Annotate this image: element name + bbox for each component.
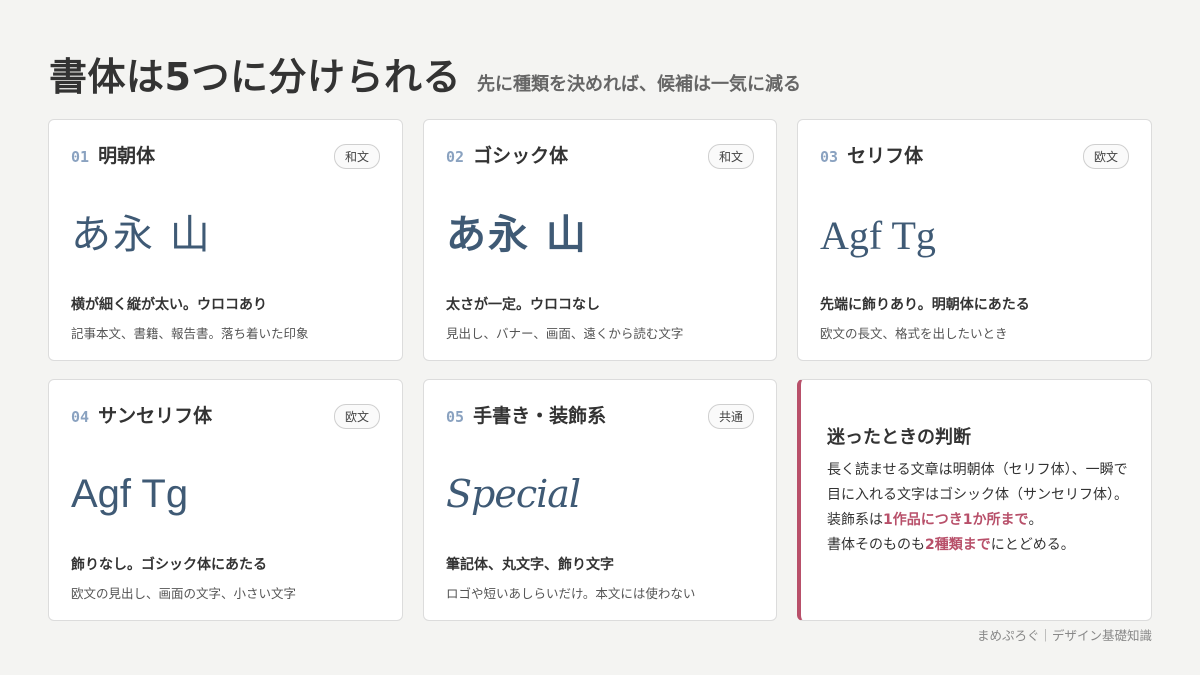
page-header: 書体は5つに分けられる 先に種類を決めれば、候補は一気に減る [49, 46, 801, 101]
category-badge: 欧文 [1082, 144, 1129, 169]
card-number: 04 [71, 408, 90, 426]
font-sample: Special [446, 472, 581, 516]
page-title: 書体は5つに分けられる [49, 55, 461, 99]
note-text: 装飾系は [827, 512, 883, 528]
card-serif: 03 セリフ体 欧文 Agf Tg 先端に飾りあり。明朝体にあたる 欧文の長文、… [797, 119, 1152, 361]
category-badge: 共通 [707, 404, 754, 429]
card-header: 03 セリフ体 [820, 141, 923, 168]
note-line: 書体そのものも2種類までにとどめる。 [827, 533, 1131, 558]
card-number: 02 [446, 148, 465, 166]
typeface-grid: 01 明朝体 和文 あ永 山 横が細く縦が太い。ウロコあり 記事本文、書籍、報告… [48, 119, 1152, 621]
card-usage: 見出し、バナー、画面、遠くから読む文字 [446, 326, 684, 341]
footer-credit: まめぷろぐ｜デザイン基礎知識 [976, 628, 1152, 643]
font-sample: Agf Tg [820, 213, 936, 258]
note-line: 装飾系は1作品につき1か所まで。 [827, 508, 1131, 533]
card-title: サンセリフ体 [98, 405, 213, 427]
category-badge: 欧文 [333, 404, 380, 429]
card-header: 05 手書き・装飾系 [446, 401, 606, 428]
card-description: 飾りなし。ゴシック体にあたる [71, 557, 267, 573]
note-highlight: 2種類まで [925, 537, 991, 553]
font-sample: あ永 山 [446, 212, 588, 258]
note-text: 。 [1028, 512, 1043, 528]
card-mincho: 01 明朝体 和文 あ永 山 横が細く縦が太い。ウロコあり 記事本文、書籍、報告… [48, 119, 403, 361]
card-title: 明朝体 [98, 145, 156, 167]
card-usage: 欧文の長文、格式を出したいとき [820, 326, 1008, 341]
card-description: 太さが一定。ウロコなし [446, 297, 600, 313]
card-header: 04 サンセリフ体 [71, 401, 212, 428]
note-highlight: 1作品につき1か所まで [883, 512, 1029, 528]
note-text: にとどめる。 [990, 537, 1075, 553]
font-sample: あ永 山 [71, 212, 212, 258]
card-title: 手書き・装飾系 [473, 405, 607, 427]
card-decorative: 05 手書き・装飾系 共通 Special 筆記体、丸文字、飾り文字 ロゴや短い… [423, 379, 777, 621]
card-usage: 記事本文、書籍、報告書。落ち着いた印象 [71, 326, 309, 341]
note-text: 書体そのものも [827, 537, 925, 553]
card-number: 01 [71, 148, 90, 166]
category-badge: 和文 [333, 144, 380, 169]
card-description: 筆記体、丸文字、飾り文字 [446, 557, 614, 573]
note-title: 迷ったときの判断 [827, 427, 971, 448]
font-sample: Agf Tg [71, 472, 189, 516]
card-number: 03 [820, 148, 839, 166]
card-title: セリフ体 [847, 145, 924, 167]
note-line: 長く読ませる文章は明朝体（セリフ体）、一瞬で目に入れる文字はゴシック体（サンセリ… [827, 462, 1128, 503]
card-sans-serif: 04 サンセリフ体 欧文 Agf Tg 飾りなし。ゴシック体にあたる 欧文の見出… [48, 379, 403, 621]
decision-note-card: 迷ったときの判断 長く読ませる文章は明朝体（セリフ体）、一瞬で目に入れる文字はゴ… [797, 379, 1152, 621]
card-usage: ロゴや短いあしらいだけ。本文には使わない [446, 586, 696, 601]
category-badge: 和文 [707, 144, 754, 169]
card-number: 05 [446, 408, 465, 426]
card-description: 横が細く縦が太い。ウロコあり [71, 297, 267, 313]
card-title: ゴシック体 [473, 145, 569, 167]
card-description: 先端に飾りあり。明朝体にあたる [820, 297, 1030, 313]
card-usage: 欧文の見出し、画面の文字、小さい文字 [71, 586, 297, 601]
card-header: 02 ゴシック体 [446, 141, 568, 168]
page-subtitle: 先に種類を決めれば、候補は一気に減る [476, 74, 801, 95]
card-gothic: 02 ゴシック体 和文 あ永 山 太さが一定。ウロコなし 見出し、バナー、画面、… [423, 119, 777, 361]
note-body: 長く読ませる文章は明朝体（セリフ体）、一瞬で目に入れる文字はゴシック体（サンセリ… [827, 458, 1131, 558]
card-header: 01 明朝体 [71, 141, 155, 168]
